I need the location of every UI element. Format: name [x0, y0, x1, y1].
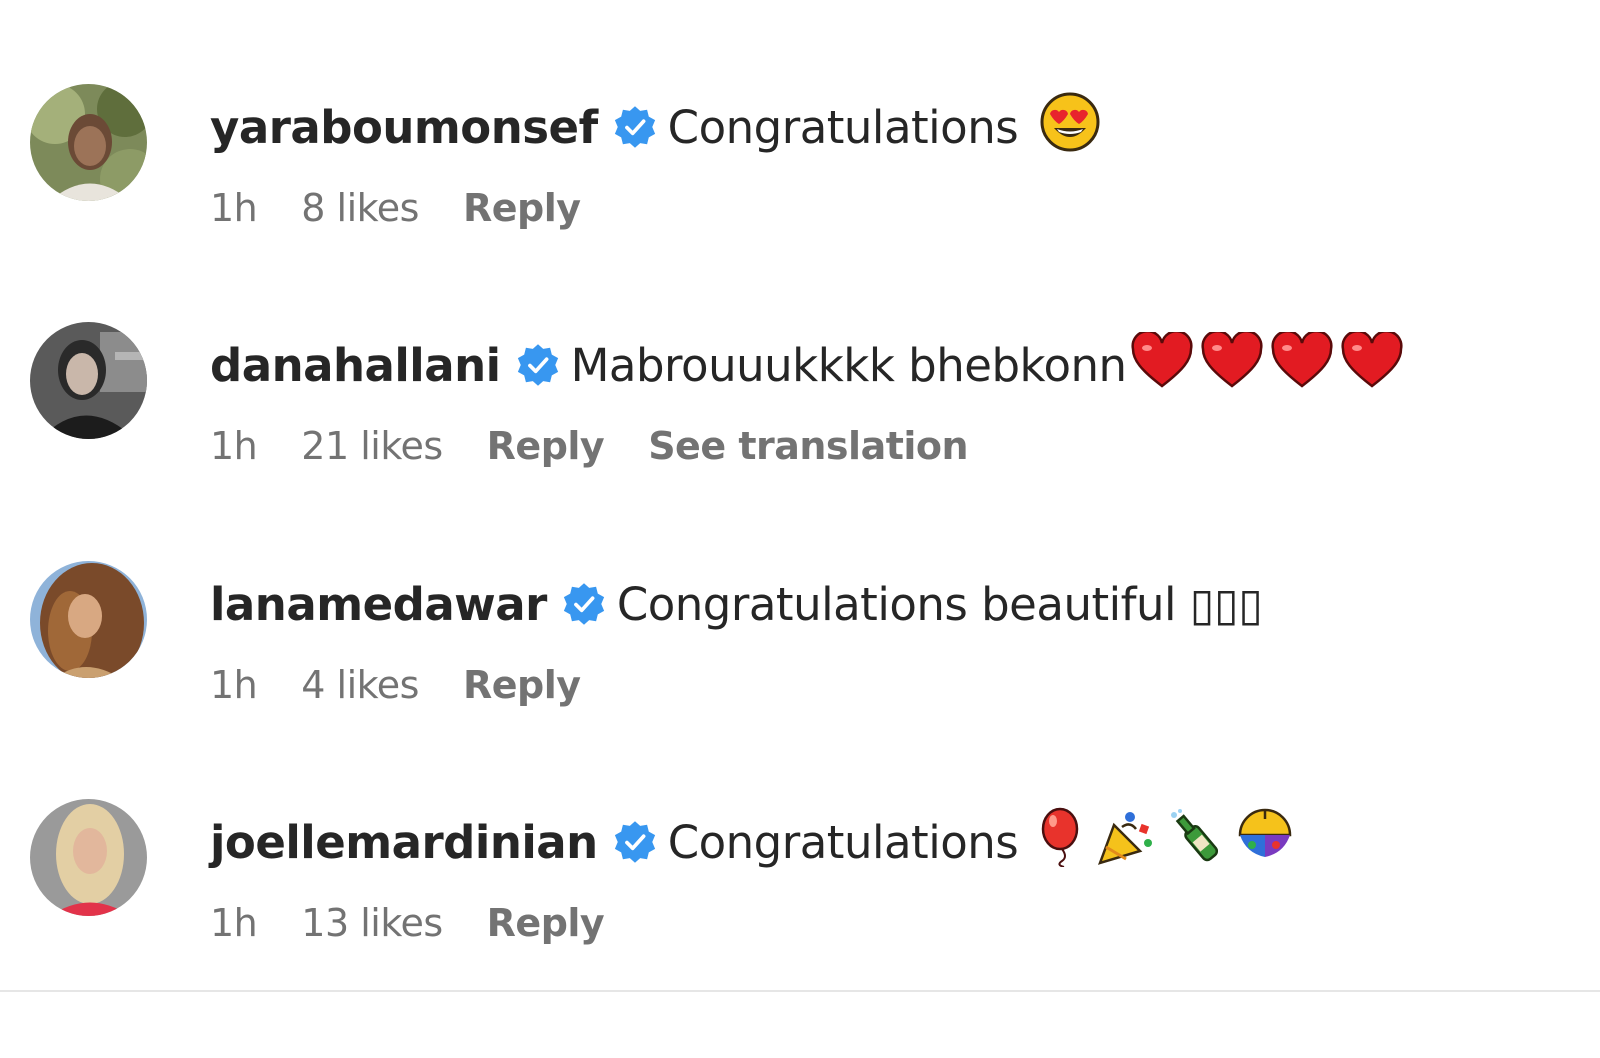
reply-button[interactable]: Reply [487, 424, 605, 468]
verified-badge-icon [563, 583, 604, 625]
likes-count[interactable]: 13 likes [301, 901, 443, 945]
verified-badge-icon [517, 344, 558, 386]
comment-text: Congratulations [667, 100, 1019, 154]
party-popper-emoji [1096, 807, 1158, 878]
avatar[interactable] [30, 84, 147, 201]
comment-main-line: joellemardinian Congratulations [210, 807, 1296, 877]
red-heart-emoji [1130, 329, 1193, 399]
comment-main-line: danahallani Mabrouuukkkk bhebkonn [210, 329, 1403, 400]
reply-button[interactable]: Reply [463, 186, 581, 230]
red-heart-emoji [1270, 329, 1333, 399]
balloon-emoji [1038, 807, 1088, 878]
red-heart-emoji [1340, 329, 1403, 399]
likes-count[interactable]: 4 likes [301, 663, 419, 707]
verified-badge-icon [614, 106, 655, 148]
comment-main-line: lanamedawar Congratulations beautiful ▯▯… [210, 569, 1263, 639]
divider [0, 990, 1600, 992]
red-heart-emoji [1200, 329, 1263, 399]
heart-eyes-emoji [1040, 92, 1100, 163]
reply-button[interactable]: Reply [487, 901, 605, 945]
comment-item: lanamedawar Congratulations beautiful ▯▯… [0, 561, 1600, 761]
likes-count[interactable]: 8 likes [301, 186, 419, 230]
comment-meta: 1h 4 likes Reply [210, 657, 625, 713]
comment-text: Congratulations beautiful ▯▯▯ [616, 577, 1263, 631]
timestamp: 1h [210, 424, 258, 468]
comment-meta: 1h 13 likes Reply [210, 895, 648, 951]
comment-item: yaraboumonsef Congratulations 1h 8 likes… [0, 84, 1600, 284]
confetti-ball-emoji [1234, 807, 1296, 878]
comment-text: Congratulations [667, 815, 1019, 869]
timestamp: 1h [210, 663, 258, 707]
timestamp: 1h [210, 186, 258, 230]
comment-item: joellemardinian Congratulations 1h 13 li… [0, 799, 1600, 999]
username[interactable]: yaraboumonsef [210, 101, 598, 154]
likes-count[interactable]: 21 likes [301, 424, 443, 468]
comment-meta: 1h 21 likes Reply See translation [210, 418, 1012, 474]
champagne-emoji [1166, 807, 1226, 878]
username[interactable]: lanamedawar [210, 578, 547, 631]
avatar[interactable] [30, 561, 147, 678]
reply-button[interactable]: Reply [463, 663, 581, 707]
comment-text: Mabrouuukkkk bhebkonn [570, 338, 1127, 392]
verified-badge-icon [614, 821, 655, 863]
comment-main-line: yaraboumonsef Congratulations [210, 92, 1100, 162]
username[interactable]: danahallani [210, 339, 501, 392]
avatar[interactable] [30, 322, 147, 439]
timestamp: 1h [210, 901, 258, 945]
comment-meta: 1h 8 likes Reply [210, 180, 625, 236]
avatar[interactable] [30, 799, 147, 916]
see-translation-button[interactable]: See translation [648, 424, 968, 468]
comments-list: yaraboumonsef Congratulations 1h 8 likes… [0, 0, 1600, 1058]
username[interactable]: joellemardinian [210, 816, 598, 869]
comment-item: danahallani Mabrouuukkkk bhebkonn 1h 21 … [0, 322, 1600, 522]
